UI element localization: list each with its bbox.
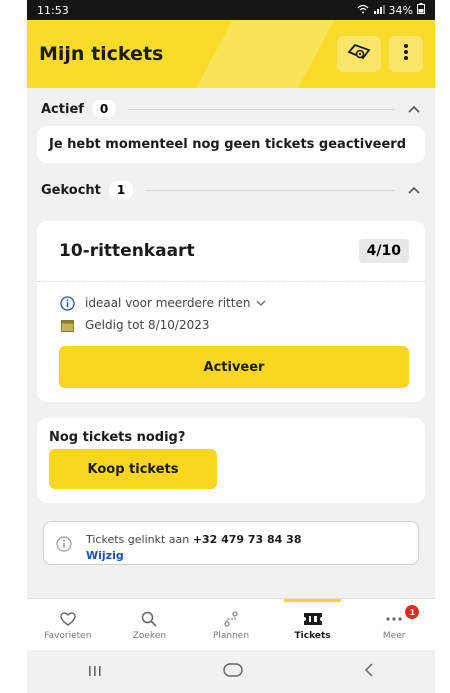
active-count-badge: 0 [91,100,117,118]
rides-remaining-badge: 4/10 [358,239,409,263]
system-nav-bar [27,650,435,693]
recent-apps-icon[interactable] [88,662,102,681]
status-time: 11:53 [37,3,69,17]
back-icon[interactable] [364,662,374,681]
ticket-validity: Geldig tot 8/10/2023 [85,318,210,332]
divider [145,189,395,191]
linked-phone-notice: Tickets gelinkt aan +32 479 73 84 38 Wij… [43,521,419,565]
ticket-settings-button[interactable] [337,36,381,72]
ticket-validity-row: Geldig tot 8/10/2023 [59,314,409,336]
tab-favorieten[interactable]: Favorieten [27,599,109,650]
buy-more-title: Nog tickets nodig? [49,430,186,445]
tab-tickets[interactable]: Tickets [272,599,354,650]
ticket-description-row[interactable]: ideaal voor meerdere ritten [59,292,409,314]
no-active-tickets-message: Je hebt momenteel nog geen tickets geact… [37,126,425,163]
tab-plannen[interactable]: Plannen [190,599,272,650]
phone-screen: 11:53 34% Mijn tickets Actief 0 Je hebt … [27,0,435,693]
notification-badge: 1 [405,605,420,619]
linked-phone-number: +32 479 73 84 38 [192,533,302,546]
more-vertical-icon [403,43,409,65]
wifi-icon [357,4,369,17]
chevron-up-icon[interactable] [407,102,421,116]
home-icon[interactable] [223,662,243,681]
divider [128,108,395,110]
activate-button[interactable]: Activeer [59,346,409,388]
ticket-name: 10-rittenkaart [59,241,195,261]
linked-text: Tickets gelinkt aan [86,533,190,546]
status-bar: 11:53 34% [27,0,435,20]
heart-icon [59,609,77,629]
change-link[interactable]: Wijzig [86,549,124,562]
signal-icon [373,4,385,17]
ticket-card: 10-rittenkaart 4/10 ideaal voor meerdere… [37,221,425,402]
tab-meer[interactable]: 1 Meer [353,599,435,650]
status-icons: 34% [357,3,425,17]
app-header: Mijn tickets [27,20,435,88]
ticket-header[interactable]: 10-rittenkaart 4/10 [37,221,425,281]
battery-level: 34% [388,3,413,17]
overflow-menu-button[interactable] [389,36,423,72]
bought-count-badge: 1 [108,181,134,199]
bought-section-label: Gekocht [41,182,101,198]
buy-tickets-button[interactable]: Koop tickets [49,449,217,489]
active-tab-indicator [283,599,342,602]
active-section-header[interactable]: Actief 0 [27,92,435,126]
battery-icon [417,3,425,17]
ticket-description: ideaal voor meerdere ritten [85,296,251,310]
more-icon [386,609,402,629]
ticket-gear-icon [346,42,372,66]
chevron-up-icon[interactable] [407,183,421,197]
info-icon [59,295,75,311]
ticket-details: ideaal voor meerdere ritten Geldig tot 8… [37,281,425,402]
calendar-icon [59,317,75,333]
buy-more-card: Nog tickets nodig? Koop tickets [37,418,425,503]
search-icon [141,609,157,629]
active-section-label: Actief [41,101,84,117]
info-icon [56,536,72,554]
bottom-tab-bar: Favorieten Zoeken Plannen Tickets 1 Meer [27,598,435,650]
route-icon [223,609,239,629]
bought-section-header[interactable]: Gekocht 1 [27,173,435,207]
chevron-down-icon [256,296,266,310]
ticket-icon [303,609,323,629]
tab-zoeken[interactable]: Zoeken [109,599,191,650]
page-title: Mijn tickets [39,43,164,65]
